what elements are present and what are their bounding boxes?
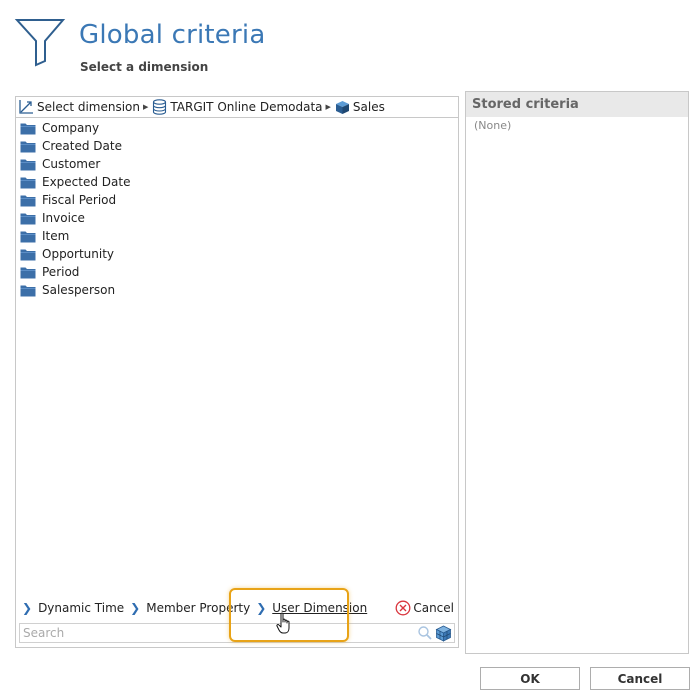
search-box [19, 623, 455, 643]
dimension-item[interactable]: Company [16, 119, 458, 137]
dimension-item[interactable]: Invoice [16, 209, 458, 227]
folder-icon [20, 195, 36, 206]
stored-criteria-panel: Stored criteria (None) [465, 91, 689, 654]
dimension-type-links: ❯ Dynamic Time ❯ Member Property ❯ User … [16, 597, 458, 619]
cancel-button[interactable]: Cancel [590, 667, 690, 690]
page-title: Global criteria [79, 20, 266, 50]
dynamic-time-link[interactable]: ❯ Dynamic Time [22, 601, 124, 615]
chevron-right-icon: ❯ [22, 601, 33, 615]
database-icon [153, 99, 167, 115]
dimension-label: Salesperson [42, 283, 116, 297]
breadcrumb-label: TARGIT Online Demodata [170, 100, 323, 114]
chevron-right-icon: ▶ [143, 103, 149, 111]
folder-icon [20, 141, 36, 152]
breadcrumb-cube[interactable]: Sales [335, 100, 385, 115]
ok-button[interactable]: OK [480, 667, 580, 690]
dimension-item[interactable]: Salesperson [16, 281, 458, 299]
member-property-link[interactable]: ❯ Member Property [130, 601, 250, 615]
dimension-label: Invoice [42, 211, 85, 225]
dimension-list: Company Created Date Customer Expected Date… [16, 119, 458, 299]
dimension-item[interactable]: Expected Date [16, 173, 458, 191]
folder-icon [20, 213, 36, 224]
dimension-item[interactable]: Customer [16, 155, 458, 173]
chevron-right-icon: ❯ [256, 601, 267, 615]
breadcrumb-label: Sales [352, 100, 385, 114]
folder-icon [20, 177, 36, 188]
breadcrumb-label: Select dimension [37, 100, 140, 114]
dimension-label: Expected Date [42, 175, 131, 189]
dimension-item[interactable]: Item [16, 227, 458, 245]
breadcrumb-database[interactable]: TARGIT Online Demodata [152, 99, 323, 115]
stored-criteria-header: Stored criteria [466, 92, 688, 117]
cancel-icon [395, 600, 411, 616]
user-dimension-link[interactable]: ❯ User Dimension [256, 601, 367, 615]
folder-icon [20, 231, 36, 242]
folder-icon [20, 159, 36, 170]
funnel-icon [14, 19, 66, 67]
dynamic-time-label: Dynamic Time [38, 601, 125, 615]
search-input[interactable] [20, 625, 417, 641]
dimension-label: Opportunity [42, 247, 115, 261]
cube-search-icon[interactable] [435, 625, 452, 642]
dimension-item[interactable]: Fiscal Period [16, 191, 458, 209]
member-property-label: Member Property [146, 601, 251, 615]
hand-cursor-icon [276, 612, 290, 634]
dimension-label: Item [42, 229, 70, 243]
stored-criteria-empty: (None) [474, 119, 512, 132]
folder-icon [20, 267, 36, 278]
chevron-right-icon: ❯ [130, 601, 141, 615]
folder-icon [20, 249, 36, 260]
folder-icon [20, 285, 36, 296]
dimension-item[interactable]: Opportunity [16, 245, 458, 263]
breadcrumb-select-dimension[interactable]: Select dimension [18, 99, 140, 115]
dimension-panel: Select dimension ▶ TARGIT Online Demodat… [15, 96, 459, 648]
select-dimension-icon [19, 100, 33, 114]
dimension-label: Fiscal Period [42, 193, 117, 207]
dimension-item[interactable]: Created Date [16, 137, 458, 155]
breadcrumb: Select dimension ▶ TARGIT Online Demodat… [16, 97, 458, 118]
search-icon[interactable] [417, 625, 433, 641]
dimension-label: Created Date [42, 139, 122, 153]
cancel-link-label: Cancel [413, 601, 454, 615]
page-subtitle: Select a dimension [80, 60, 209, 74]
dimension-label: Company [42, 121, 100, 135]
dimension-label: Period [42, 265, 80, 279]
dimension-item[interactable]: Period [16, 263, 458, 281]
dimension-label: Customer [42, 157, 101, 171]
cube-icon [335, 100, 349, 114]
folder-icon [20, 123, 36, 134]
cancel-link[interactable]: Cancel [395, 600, 454, 616]
chevron-right-icon: ▶ [325, 103, 331, 111]
